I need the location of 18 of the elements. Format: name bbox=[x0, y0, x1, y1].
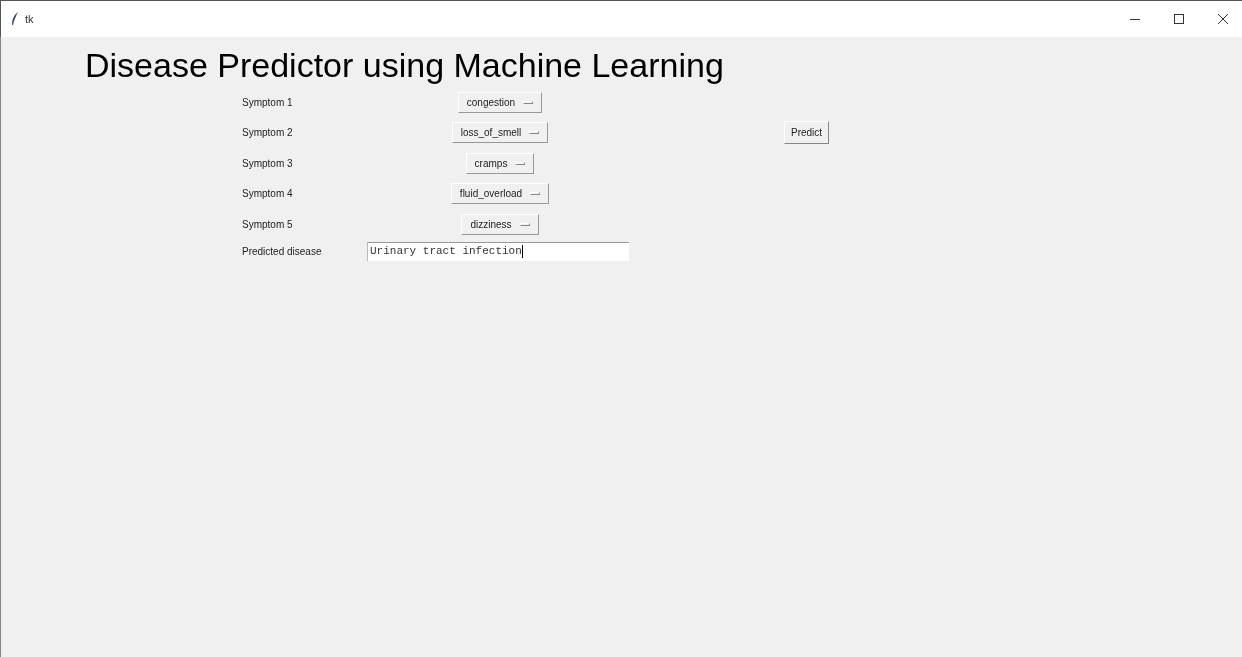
maximize-icon[interactable] bbox=[1174, 14, 1184, 24]
app-heading: Disease Predictor using Machine Learning bbox=[85, 45, 725, 85]
close-icon[interactable] bbox=[1218, 14, 1228, 24]
symptom-dropdown[interactable]: congestion bbox=[457, 91, 543, 113]
window-title: tk bbox=[25, 13, 34, 25]
predicted-disease-field[interactable]: Urinary tract infection bbox=[367, 241, 629, 261]
symptom-dropdown[interactable]: cramps bbox=[465, 152, 535, 174]
feather-icon bbox=[11, 12, 19, 26]
symptom-label: Symptom 2 bbox=[242, 127, 294, 139]
symptom-dropdown[interactable]: loss_of_smell bbox=[451, 122, 549, 144]
predicted-disease-label: Predicted disease bbox=[242, 245, 323, 257]
symptom-dropdown[interactable]: fluid_overload bbox=[450, 183, 550, 205]
predict-button[interactable]: Predict bbox=[784, 121, 830, 145]
symptom-dropdown[interactable]: dizziness bbox=[461, 213, 539, 235]
symptom-label: Symptom 4 bbox=[242, 188, 294, 200]
symptom-label: Symptom 1 bbox=[242, 96, 294, 108]
symptom-label: Symptom 5 bbox=[242, 218, 294, 230]
symptom-label: Symptom 3 bbox=[242, 157, 294, 169]
